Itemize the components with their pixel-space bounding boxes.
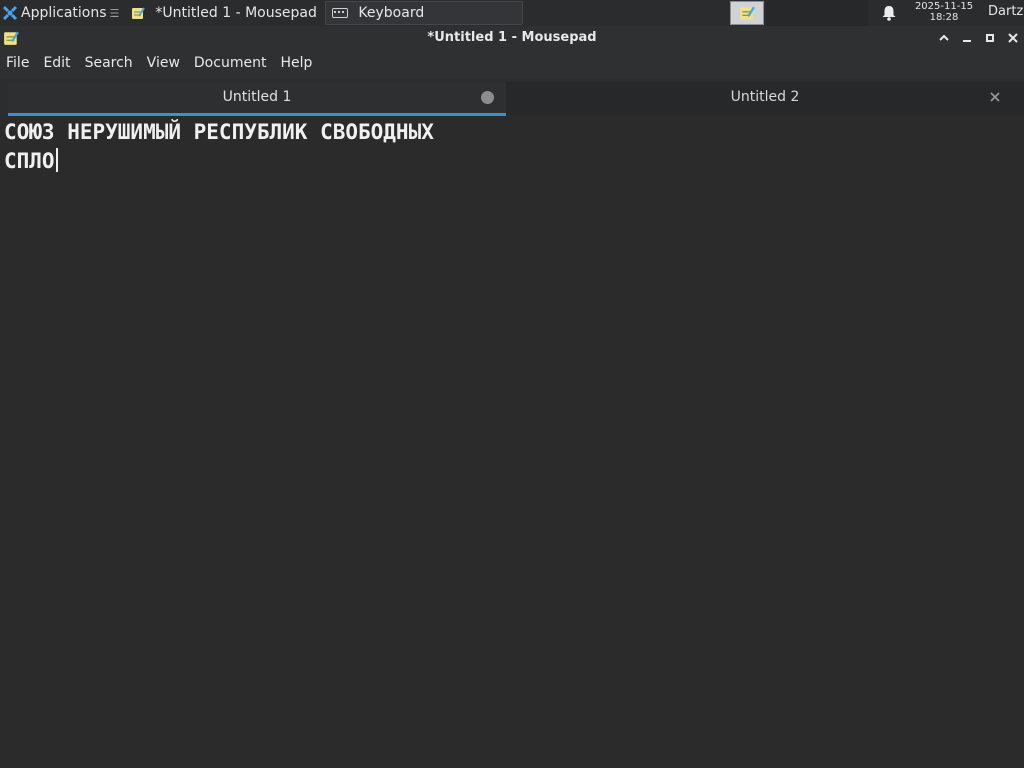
minimize-button[interactable] [958,29,976,47]
window-titlebar[interactable]: *Untitled 1 - Mousepad [0,26,1024,50]
tab-close-button[interactable] [988,90,1002,104]
maximize-icon [986,34,994,42]
menu-help[interactable]: Help [273,50,319,78]
taskbar-item-keyboard[interactable]: Keyboard [325,1,524,25]
close-icon [990,92,1000,102]
notepad-icon [740,6,755,20]
tab-bar: Untitled 1 Untitled 2 [0,78,1024,116]
xfce-logo-icon [2,5,18,21]
workspace-3[interactable] [834,0,868,26]
taskbar-item-label: *Untitled 1 - Mousepad [155,5,317,21]
text-caret [55,148,58,172]
workspace-1[interactable] [766,0,800,26]
editor-line: СОЮЗ НЕРУШИМЫЙ РЕСПУБЛИК СВОБОДНЫХ [4,118,1024,147]
tray-notes-button[interactable] [730,1,764,25]
shade-button[interactable] [935,29,953,47]
tab-untitled-1[interactable]: Untitled 1 [8,82,506,116]
workspace-2[interactable] [800,0,834,26]
menu-document[interactable]: Document [187,50,274,78]
editor-line-text: СПЛО [4,149,55,173]
taskbar-item-mousepad[interactable]: *Untitled 1 - Mousepad [125,1,322,25]
text-editor[interactable]: СОЮЗ НЕРУШИМЫЙ РЕСПУБЛИК СВОБОДНЫХ СПЛО [0,116,1024,768]
menu-view[interactable]: View [140,50,187,78]
clock[interactable]: 2025-11-15 18:28 [906,1,982,23]
maximize-button[interactable] [981,29,999,47]
clock-date: 2025-11-15 [914,1,974,12]
close-button[interactable] [1004,29,1022,47]
keyboard-icon [332,8,349,18]
applications-label: Applications [21,5,107,21]
top-panel: Applications ☰ *Untitled 1 - Mousepad Ke… [0,0,1024,26]
chevron-up-icon [939,34,949,41]
menu-edit[interactable]: Edit [36,50,77,78]
user-name[interactable]: Dartz [988,4,1023,19]
editor-line: СПЛО [4,147,1024,176]
notepad-icon [132,7,146,19]
bell-icon[interactable] [880,5,898,21]
editor-line-text: СОЮЗ НЕРУШИМЫЙ РЕСПУБЛИК СВОБОДНЫХ [4,120,434,144]
menu-search[interactable]: Search [78,50,140,78]
clock-time: 18:28 [929,12,959,23]
tab-untitled-2[interactable]: Untitled 2 [506,82,1024,116]
minimize-icon [963,40,971,42]
menubar: File Edit Search View Document Help [0,50,1024,78]
menu-separator-icon: ☰ [109,6,120,20]
applications-menu-button[interactable]: Applications ☰ [0,0,123,26]
menu-file[interactable]: File [0,50,36,78]
tab-label: Untitled 1 [222,89,292,105]
close-icon [1008,33,1018,43]
modified-indicator-icon[interactable] [481,91,494,104]
taskbar-item-label: Keyboard [358,5,425,21]
window-title: *Untitled 1 - Mousepad [427,30,597,45]
tab-label: Untitled 2 [730,89,800,105]
